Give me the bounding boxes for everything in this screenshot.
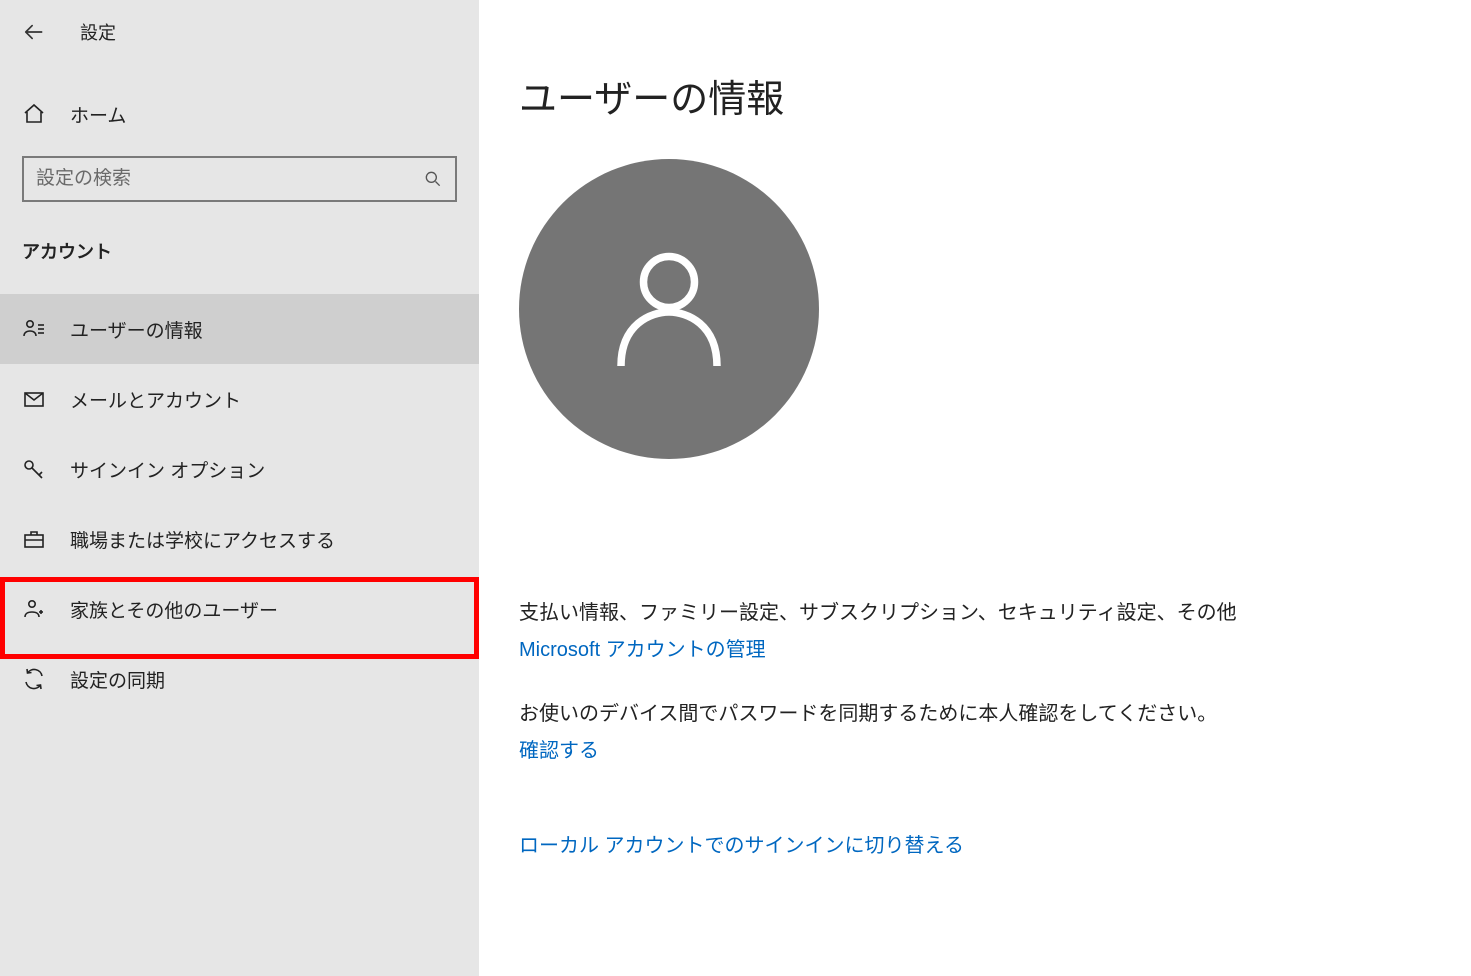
avatar-person-icon: [594, 234, 744, 384]
nav-item-label: 家族とその他のユーザー: [70, 596, 278, 623]
mail-icon: [22, 387, 46, 411]
nav-item-label: 設定の同期: [70, 666, 165, 693]
billing-info-text: 支払い情報、ファミリー設定、サブスクリプション、セキュリティ設定、その他: [519, 599, 1431, 627]
nav-item-work-school[interactable]: 職場または学校にアクセスする: [0, 504, 479, 574]
nav-item-email-accounts[interactable]: メールとアカウント: [0, 364, 479, 434]
user-info-icon: [22, 317, 46, 341]
nav-item-label: 職場または学校にアクセスする: [70, 526, 335, 553]
window-title: 設定: [80, 19, 116, 45]
verify-text: お使いのデバイス間でパスワードを同期するために本人確認をしてください。: [519, 700, 1431, 728]
key-icon: [22, 457, 46, 481]
nav-item-family-other-users[interactable]: 家族とその他のユーザー: [0, 574, 479, 644]
home-icon: [22, 102, 46, 126]
title-bar: 設定: [0, 8, 479, 56]
nav-item-label: ユーザーの情報: [70, 316, 203, 343]
billing-block: 支払い情報、ファミリー設定、サブスクリプション、セキュリティ設定、その他 Mic…: [519, 599, 1431, 662]
verify-block: お使いのデバイス間でパスワードを同期するために本人確認をしてください。 確認する: [519, 700, 1431, 763]
search-wrap: [22, 156, 457, 202]
add-user-icon: [22, 597, 46, 621]
home-row[interactable]: ホーム: [0, 86, 479, 142]
search-input[interactable]: [36, 168, 423, 190]
switch-local-link[interactable]: ローカル アカウントでのサインインに切り替える: [519, 829, 964, 858]
back-button[interactable]: [10, 8, 58, 56]
sync-icon: [22, 667, 46, 691]
nav-item-label: サインイン オプション: [70, 456, 265, 483]
page-heading: ユーザーの情報: [519, 68, 1431, 123]
avatar: [519, 159, 819, 459]
switch-local-block: ローカル アカウントでのサインインに切り替える: [519, 823, 1431, 858]
briefcase-icon: [22, 527, 46, 551]
search-box[interactable]: [22, 156, 457, 202]
category-label: アカウント: [0, 238, 479, 264]
back-arrow-icon: [23, 21, 45, 43]
nav-item-label: メールとアカウント: [70, 386, 241, 413]
search-icon: [423, 169, 443, 189]
nav-list: ユーザーの情報 メールとアカウント サインイン オプション: [0, 294, 479, 714]
sidebar: 設定 ホーム アカウント: [0, 0, 479, 976]
nav-item-signin-options[interactable]: サインイン オプション: [0, 434, 479, 504]
nav-item-user-info[interactable]: ユーザーの情報: [0, 294, 479, 364]
content: ユーザーの情報 支払い情報、ファミリー設定、サブスクリプション、セキュリティ設定…: [479, 0, 1471, 976]
home-label: ホーム: [70, 101, 126, 128]
nav-item-sync-settings[interactable]: 設定の同期: [0, 644, 479, 714]
manage-account-link[interactable]: Microsoft アカウントの管理: [519, 633, 766, 662]
verify-link[interactable]: 確認する: [519, 734, 599, 763]
